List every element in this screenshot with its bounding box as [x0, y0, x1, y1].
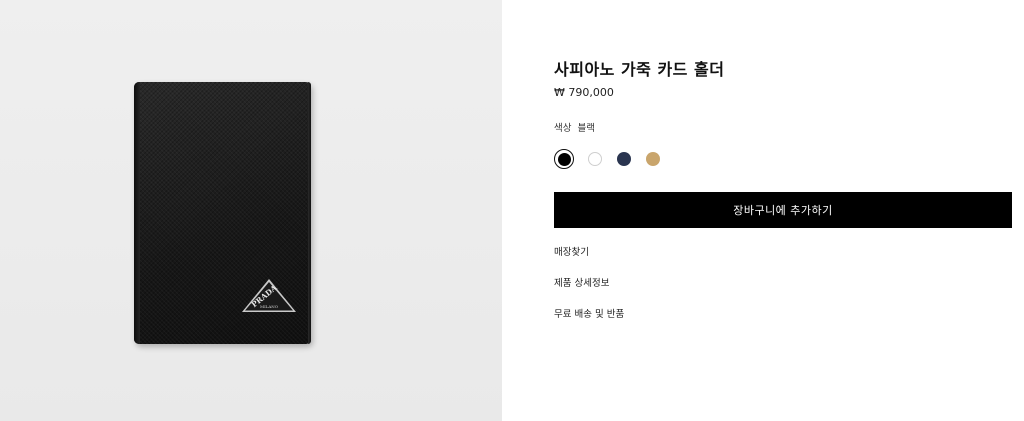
swatch-white-dot: [588, 152, 602, 166]
swatch-navy[interactable]: [616, 151, 632, 167]
wallet-fold: [134, 82, 140, 344]
card-holder-image: PRADA MILANO: [134, 82, 311, 344]
product-title: 사피아노 가죽 카드 홀더: [554, 60, 725, 79]
product-image[interactable]: PRADA MILANO: [0, 0, 502, 421]
swatch-beige[interactable]: [645, 151, 661, 167]
swatch-black-dot: [557, 152, 571, 166]
shipping-returns-link[interactable]: 무료 배송 및 반품: [554, 306, 624, 320]
swatch-white[interactable]: [587, 151, 603, 167]
add-to-cart-button[interactable]: 장바구니에 추가하기: [554, 192, 1012, 228]
store-finder-link[interactable]: 매장찾기: [554, 244, 589, 258]
wallet-edge: [308, 82, 311, 344]
swatch-beige-dot: [646, 152, 660, 166]
svg-text:MILANO: MILANO: [260, 304, 279, 309]
product-price: ₩ 790,000: [554, 86, 614, 99]
product-details-link[interactable]: 제품 상세정보: [554, 275, 609, 289]
color-value: 블랙: [577, 123, 595, 134]
color-label: 색상: [554, 123, 572, 134]
product-details-panel: 사피아노 가죽 카드 홀더 ₩ 790,000 색상 블랙 장바구니에 추가하기 …: [502, 0, 1024, 421]
color-row: 색상 블랙: [554, 120, 595, 134]
swatch-black[interactable]: [554, 149, 574, 169]
prada-triangle-logo: PRADA MILANO: [242, 279, 296, 312]
swatch-navy-dot: [617, 152, 631, 166]
color-swatches: [554, 149, 661, 169]
product-page: PRADA MILANO 사피아노 가죽 카드 홀더 ₩ 790,000 색상 블…: [0, 0, 1024, 421]
